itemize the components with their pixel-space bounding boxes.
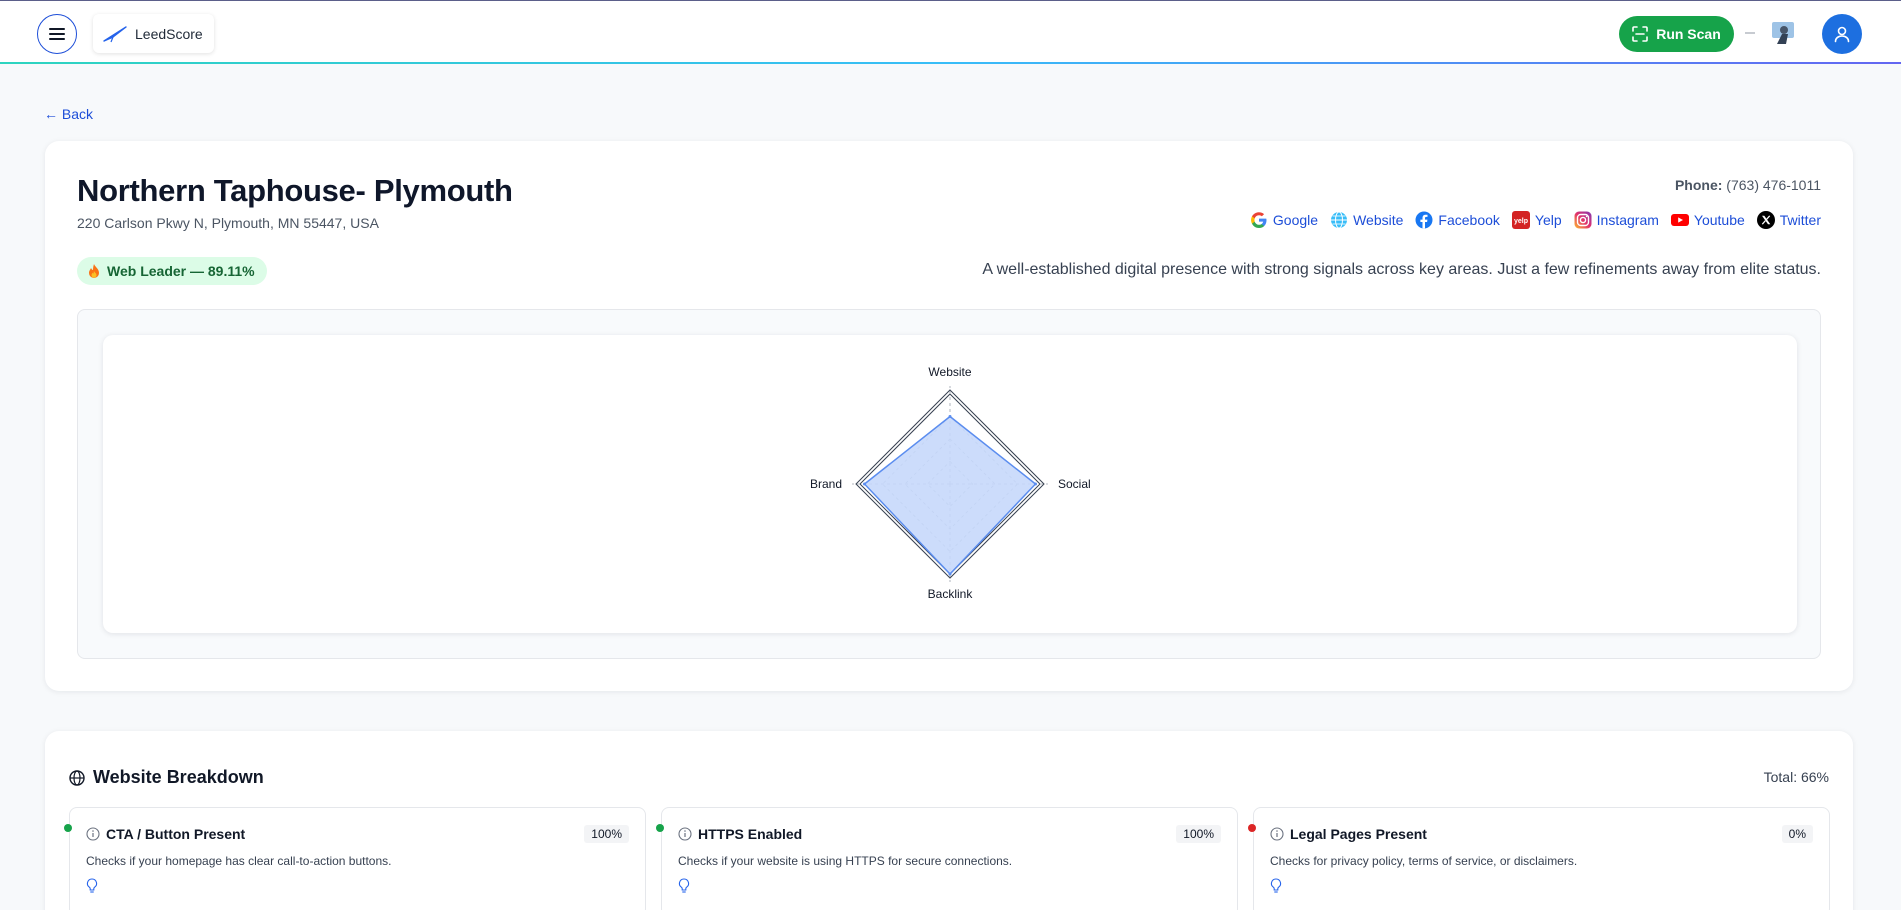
google-link-label: Google [1272, 212, 1319, 228]
youtube-icon [1670, 214, 1689, 226]
globe-icon [1331, 211, 1348, 229]
facebook-icon [1415, 211, 1433, 229]
top-bar: LeedScore Run Scan [0, 0, 1901, 64]
brand-logo[interactable]: LeedScore [93, 14, 214, 53]
check-percent: 100% [584, 825, 629, 843]
business-card: Northern Taphouse- Plymouth 220 Carlson … [45, 141, 1853, 691]
breakdown-total: Total: 66% [1763, 769, 1829, 785]
breakdown-heading: Website Breakdown [69, 767, 264, 788]
run-scan-button[interactable]: Run Scan [1619, 16, 1734, 52]
x-twitter-icon [1756, 211, 1775, 229]
radar-axis-label: Brand [810, 477, 842, 491]
score-badge-label: Web Leader — 89.11% [107, 263, 255, 279]
scan-icon [1632, 26, 1649, 42]
radar-axis-label: Social [1058, 477, 1091, 491]
twitter-link[interactable]: Twitter [1756, 211, 1821, 229]
radar-data-point [1034, 482, 1037, 486]
yelp-link[interactable]: yelp Yelp [1511, 211, 1562, 229]
radar-chart: Website Social Backlink Brand [810, 365, 1091, 601]
website-link[interactable]: Website [1330, 211, 1403, 229]
radar-series-area [863, 415, 1037, 576]
score-summary: A well-established digital presence with… [982, 261, 1821, 278]
profile-links: Google Website Facebook yelp Yelp Instag… [1250, 211, 1821, 229]
check-header: CTA / Button Present [86, 826, 245, 842]
breakdown-title: Website Breakdown [93, 767, 264, 787]
check-percent: 100% [1176, 825, 1221, 843]
separator [1745, 32, 1755, 34]
globe-outline-icon [69, 769, 85, 786]
check-title: Legal Pages Present [1290, 826, 1427, 842]
business-address: 220 Carlson Pkwy N, Plymouth, MN 55447, … [77, 215, 379, 231]
back-link[interactable]: ← Back [44, 106, 93, 122]
youtube-link[interactable]: Youtube [1670, 211, 1745, 229]
check-title: CTA / Button Present [106, 826, 246, 842]
google-icon [1251, 212, 1267, 228]
status-dot [656, 824, 664, 832]
check-card-cta[interactable]: CTA / Button Present 100% Checks if your… [64, 807, 646, 910]
hamburger-icon [49, 28, 65, 40]
yelp-icon: yelp [1511, 211, 1530, 229]
profile-thumbnail[interactable] [1770, 20, 1796, 46]
check-header: HTTPS Enabled [678, 826, 802, 842]
radar-data-point [948, 572, 952, 576]
status-dot [64, 824, 72, 832]
radar-data-point [948, 415, 952, 418]
phone-number: (763) 476-1011 [1726, 177, 1821, 193]
instagram-icon [1574, 211, 1592, 229]
svg-text:yelp: yelp [1514, 218, 1528, 225]
check-card-legal[interactable]: Legal Pages Present 0% Checks for privac… [1248, 807, 1830, 910]
instagram-link[interactable]: Instagram [1574, 211, 1659, 229]
paper-plane-icon [103, 25, 127, 42]
check-header: Legal Pages Present [1270, 826, 1427, 842]
website-breakdown-section: Website Breakdown Total: 66% CTA / Butto… [45, 731, 1853, 910]
facebook-link-label: Facebook [1438, 212, 1500, 228]
score-badge: Web Leader — 89.11% [77, 257, 267, 285]
radar-axis-label: Website [928, 365, 971, 379]
check-card-https[interactable]: HTTPS Enabled 100% Checks if your websit… [656, 807, 1238, 910]
brand-name: LeedScore [135, 25, 203, 42]
status-dot [1248, 824, 1256, 832]
radar-chart-card: Website Social Backlink Brand [103, 335, 1797, 633]
radar-chart-panel: Website Social Backlink Brand [77, 309, 1821, 659]
header-accent-line [0, 62, 1901, 64]
lightbulb-icon[interactable] [86, 878, 98, 894]
menu-button[interactable] [37, 14, 77, 54]
check-description: Checks if your homepage has clear call-t… [86, 854, 392, 868]
twitter-link-label: Twitter [1779, 212, 1821, 228]
info-icon[interactable] [86, 827, 100, 841]
check-percent: 0% [1781, 825, 1813, 843]
phone-info: Phone: (763) 476-1011 [1675, 177, 1821, 193]
website-link-label: Website [1353, 212, 1404, 228]
lightbulb-icon[interactable] [678, 878, 690, 894]
google-link[interactable]: Google [1250, 211, 1318, 229]
flame-icon [89, 264, 99, 278]
check-description: Checks for privacy policy, terms of serv… [1270, 854, 1578, 868]
info-icon[interactable] [1270, 827, 1284, 841]
check-description: Checks if your website is using HTTPS fo… [678, 854, 1013, 868]
phone-label: Phone: [1674, 177, 1723, 193]
info-icon[interactable] [678, 827, 692, 841]
user-avatar-button[interactable] [1822, 14, 1862, 54]
run-scan-label: Run Scan [1656, 26, 1721, 42]
youtube-link-label: Youtube [1693, 212, 1745, 228]
radar-axis-label: Backlink [928, 587, 974, 601]
user-icon [1834, 26, 1850, 43]
lightbulb-icon[interactable] [1270, 878, 1282, 894]
yelp-link-label: Yelp [1534, 212, 1562, 228]
business-name: Northern Taphouse- Plymouth [77, 173, 513, 208]
instagram-link-label: Instagram [1596, 212, 1659, 228]
check-title: HTTPS Enabled [698, 826, 803, 842]
facebook-link[interactable]: Facebook [1415, 211, 1500, 229]
radar-data-point [863, 482, 866, 486]
